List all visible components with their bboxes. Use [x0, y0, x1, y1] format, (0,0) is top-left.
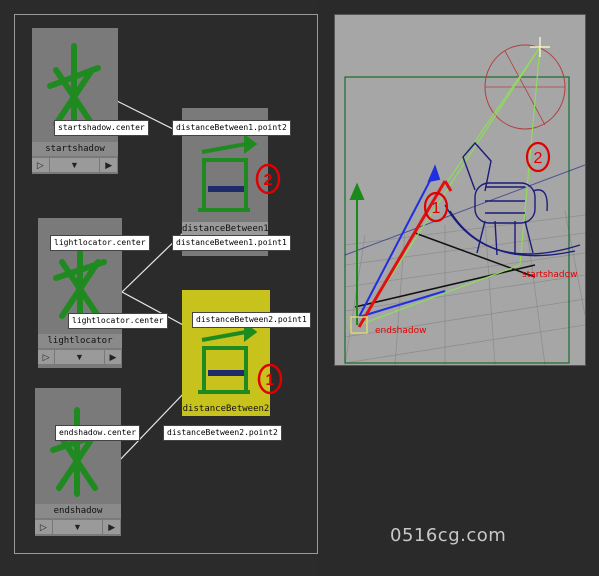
connection-tag: distanceBetween1.point1: [172, 235, 291, 251]
endshadow-label: endshadow: [375, 326, 426, 336]
chevron-down-icon[interactable]: ▼: [50, 158, 101, 172]
node-endshadow[interactable]: endshadow ▷ ▼ ▶: [35, 388, 121, 536]
marker-number: 2: [264, 172, 273, 189]
chevron-down-icon[interactable]: ▼: [55, 350, 105, 364]
node-toolbar[interactable]: ▷ ▼ ▶: [32, 158, 118, 172]
node-startshadow[interactable]: startshadow ▷ ▼ ▶: [32, 28, 118, 174]
node-toolbar[interactable]: ▷ ▼ ▶: [35, 520, 121, 534]
startshadow-label: startshadow: [522, 270, 577, 280]
hypergraph-panel: startshadow ▷ ▼ ▶ distanceBetween1 2 lig…: [0, 0, 318, 576]
connection-tag: distanceBetween1.point2: [172, 120, 291, 136]
red-marker-1: 1: [257, 363, 283, 395]
marker-number: 1: [432, 200, 441, 217]
node-distancebetween2[interactable]: distanceBetween2: [182, 290, 270, 416]
node-label: distanceBetween1: [182, 222, 269, 236]
watermark-text: 0516cg.com: [390, 525, 507, 546]
connection-tag: startshadow.center: [54, 120, 149, 136]
viewport-scene: 1 2 startshadow endshadow: [344, 37, 585, 365]
rocking-horse-model: [444, 141, 581, 257]
chevron-right-icon[interactable]: ▶: [103, 520, 121, 534]
play-icon[interactable]: ▷: [38, 350, 56, 364]
connection-tag: lightlocator.center: [68, 313, 168, 329]
connection-tag: endshadow.center: [55, 425, 141, 441]
marker-number: 1: [266, 372, 275, 389]
connection-tag: lightlocator.center: [50, 235, 150, 251]
play-icon[interactable]: ▷: [32, 158, 50, 172]
red-marker-2: 2: [255, 163, 281, 195]
node-label: startshadow: [32, 142, 118, 156]
chevron-right-icon[interactable]: ▶: [100, 158, 118, 172]
connection-tag: distanceBetween2.point2: [163, 425, 282, 441]
play-icon[interactable]: ▷: [35, 520, 53, 534]
node-label: endshadow: [35, 504, 121, 518]
node-label: distanceBetween2: [182, 402, 270, 416]
locator-icon: [50, 407, 104, 497]
chevron-right-icon[interactable]: ▶: [105, 350, 122, 364]
marker-number: 2: [534, 150, 543, 167]
light-locator-crosshair: [530, 37, 550, 57]
perspective-viewport[interactable]: 1 2 startshadow endshadow: [334, 14, 586, 366]
node-label: lightlocator: [38, 334, 122, 348]
node-toolbar[interactable]: ▷ ▼ ▶: [38, 350, 122, 364]
connection-tag: distanceBetween2.point1: [192, 312, 311, 328]
chevron-down-icon[interactable]: ▼: [53, 520, 104, 534]
